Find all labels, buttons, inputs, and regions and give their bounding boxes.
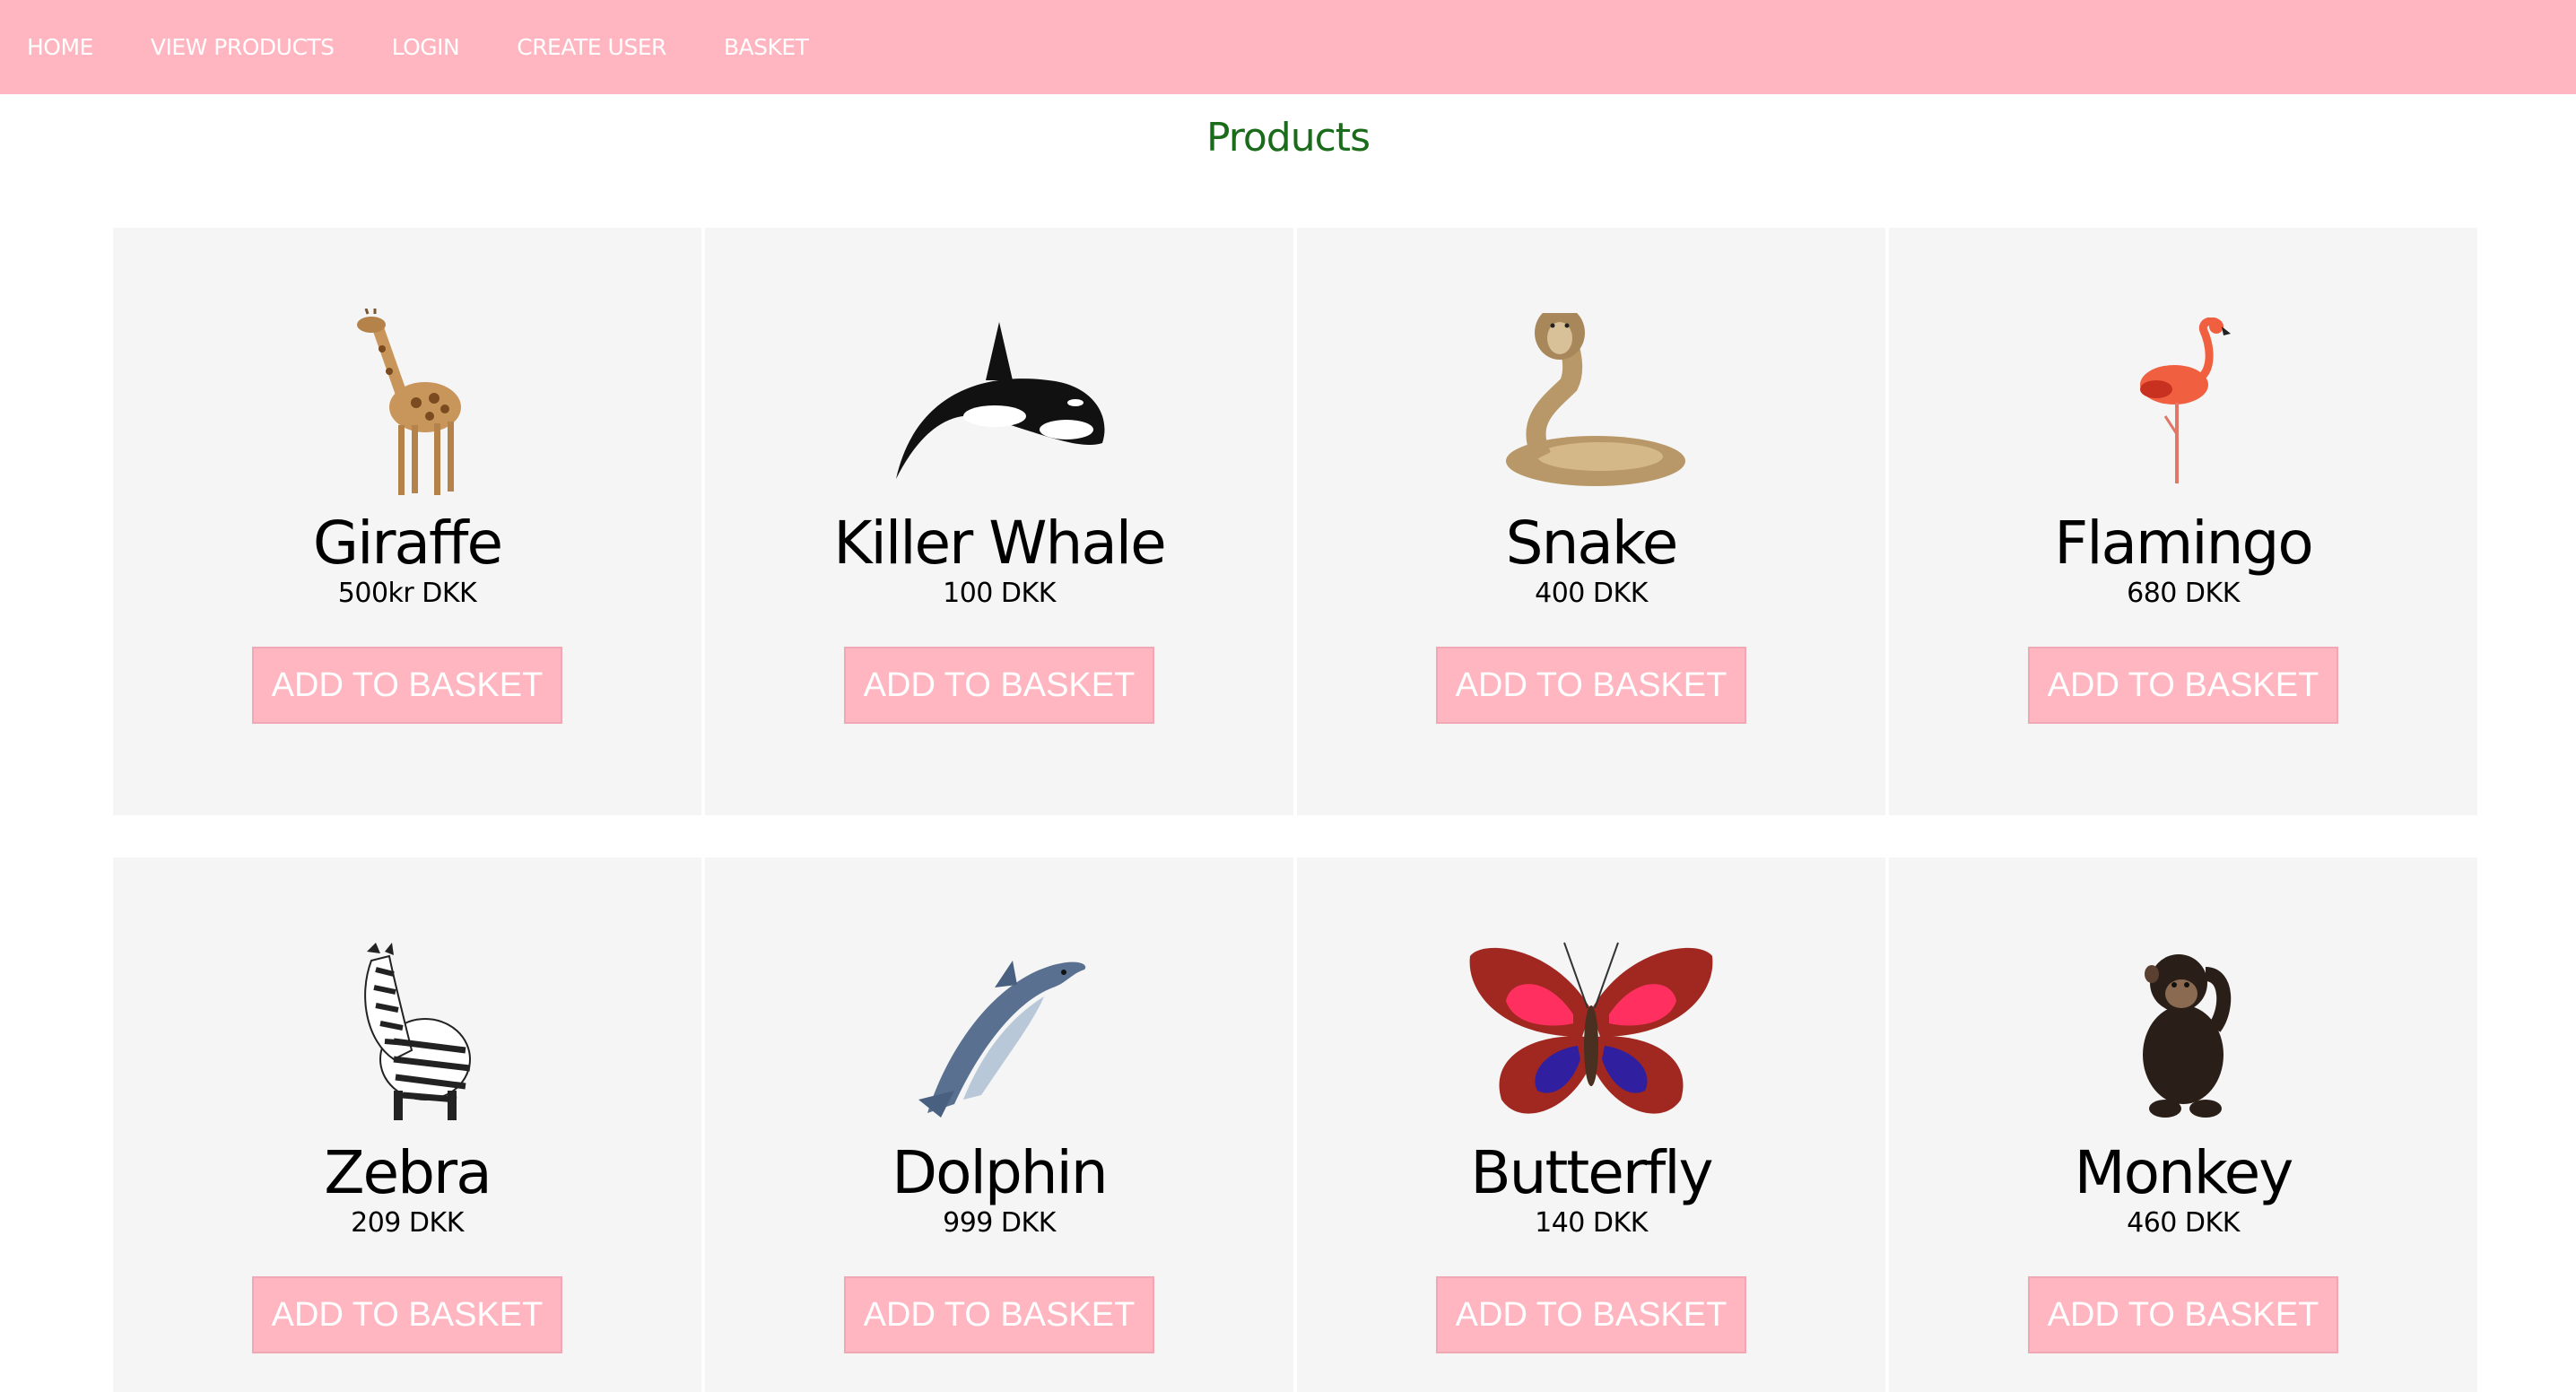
product-price: 460 DKK [2127,1207,2240,1239]
monkey-icon [1889,938,2477,1127]
add-to-basket-button[interactable]: ADD TO BASKET [844,647,1154,724]
add-to-basket-button[interactable]: ADD TO BASKET [2028,647,2338,724]
product-name: Butterfly [1470,1138,1713,1207]
page-title: Products [1206,115,1371,161]
add-to-basket-button[interactable]: ADD TO BASKET [252,1276,562,1353]
snake-icon [1297,309,1885,497]
nav-home-link[interactable]: HOME [27,34,93,60]
dolphin-icon [705,938,1293,1127]
nav-create-user-link[interactable]: CREATE USER [517,34,666,60]
product-name: Snake [1505,509,1679,578]
nav-login-link[interactable]: LOGIN [392,34,460,60]
product-row: Giraffe 500kr DKK ADD TO BASKET Killer W… [113,228,2477,815]
flamingo-icon [1889,309,2477,497]
top-navbar: HOME VIEW PRODUCTS LOGIN CREATE USER BAS… [0,0,2576,94]
product-price: 140 DKK [1535,1207,1648,1239]
product-name: Killer Whale [833,509,1167,578]
product-name: Zebra [324,1138,492,1207]
product-card: Dolphin 999 DKK ADD TO BASKET [705,857,1293,1392]
giraffe-icon [113,309,701,497]
killer-whale-icon [705,309,1293,497]
product-card: Flamingo 680 DKK ADD TO BASKET [1889,228,2477,815]
product-card: Zebra 209 DKK ADD TO BASKET [113,857,701,1392]
product-card: Butterfly 140 DKK ADD TO BASKET [1297,857,1885,1392]
product-price: 209 DKK [351,1207,464,1239]
product-name: Giraffe [312,509,503,578]
product-card: Snake 400 DKK ADD TO BASKET [1297,228,1885,815]
product-name: Dolphin [892,1138,1108,1207]
add-to-basket-button[interactable]: ADD TO BASKET [1436,1276,1746,1353]
product-price: 999 DKK [943,1207,1056,1239]
add-to-basket-button[interactable]: ADD TO BASKET [1436,647,1746,724]
nav-view-products-link[interactable]: VIEW PRODUCTS [151,34,335,60]
add-to-basket-button[interactable]: ADD TO BASKET [844,1276,1154,1353]
add-to-basket-button[interactable]: ADD TO BASKET [252,647,562,724]
butterfly-icon [1297,938,1885,1127]
product-card: Monkey 460 DKK ADD TO BASKET [1889,857,2477,1392]
nav-basket-link[interactable]: BASKET [724,34,809,60]
product-price: 100 DKK [943,578,1056,609]
product-card: Giraffe 500kr DKK ADD TO BASKET [113,228,701,815]
product-price: 680 DKK [2127,578,2240,609]
add-to-basket-button[interactable]: ADD TO BASKET [2028,1276,2338,1353]
product-card: Killer Whale 100 DKK ADD TO BASKET [705,228,1293,815]
zebra-icon [113,938,701,1127]
product-price: 400 DKK [1535,578,1648,609]
product-name: Monkey [2074,1138,2294,1207]
product-price: 500kr DKK [337,578,477,609]
product-row: Zebra 209 DKK ADD TO BASKET Dolphin 999 … [113,857,2477,1392]
product-name: Flamingo [2054,509,2313,578]
